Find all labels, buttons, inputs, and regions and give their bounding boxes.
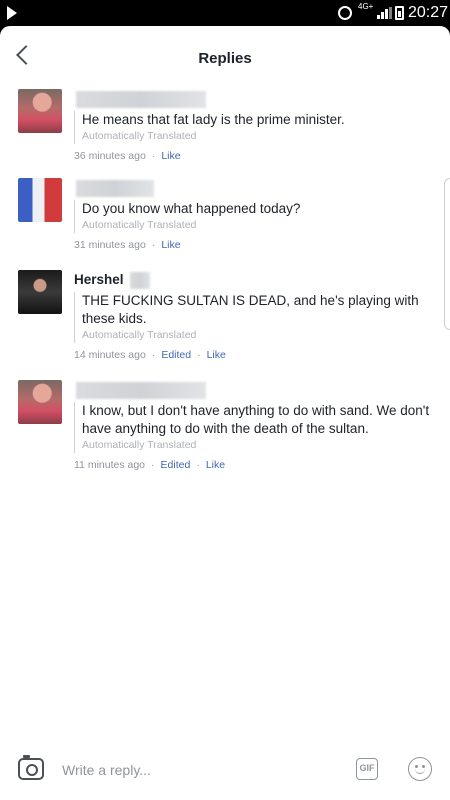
- redacted-name: [76, 180, 154, 197]
- comment-bubble: I know, but I don't have anything to do …: [74, 380, 434, 472]
- comment-bubble: Hershel THE FUCKING SULTAN IS DEAD, and …: [74, 270, 434, 362]
- clock: 20:27: [408, 4, 449, 21]
- avatar[interactable]: [18, 270, 62, 314]
- comment-body: I know, but I don't have anything to do …: [74, 402, 434, 453]
- comment-text: THE FUCKING SULTAN IS DEAD, and he's pla…: [82, 293, 419, 326]
- translation-note[interactable]: Automatically Translated: [82, 438, 434, 453]
- replies-screen: Replies He means that fat lady is the pr…: [0, 26, 450, 800]
- author-name[interactable]: [74, 89, 434, 111]
- comment-body: THE FUCKING SULTAN IS DEAD, and he's pla…: [74, 292, 434, 343]
- signal-icon: [377, 7, 392, 19]
- comment-body: Do you know what happened today? Automat…: [74, 200, 434, 233]
- author-name[interactable]: [74, 380, 434, 402]
- like-button[interactable]: Like: [206, 459, 225, 471]
- redacted-name: [76, 91, 206, 108]
- translation-note[interactable]: Automatically Translated: [82, 129, 434, 144]
- camera-icon[interactable]: [18, 755, 44, 780]
- comment-time: 36 minutes ago: [74, 150, 146, 162]
- play-icon: [7, 6, 17, 20]
- comment-meta: 14 minutes ago · Edited · Like: [74, 349, 226, 361]
- battery-icon: [395, 6, 404, 20]
- translation-note[interactable]: Automatically Translated: [82, 328, 434, 343]
- comment-time: 31 minutes ago: [74, 239, 146, 251]
- edited-label[interactable]: Edited: [161, 459, 191, 471]
- scrollbar[interactable]: [444, 178, 450, 330]
- status-bar: 4G+ 20:27: [0, 0, 450, 26]
- comment-body: He means that fat lady is the prime mini…: [74, 111, 434, 144]
- reply-composer: GIF: [0, 748, 450, 800]
- gif-icon[interactable]: GIF: [356, 758, 378, 780]
- comment-bubble: Do you know what happened today? Automat…: [74, 178, 434, 252]
- comment-meta: 36 minutes ago · Like: [74, 150, 181, 162]
- comment-meta: 11 minutes ago · Edited · Like: [74, 459, 226, 471]
- comment-time: 14 minutes ago: [74, 349, 146, 361]
- comment-text: He means that fat lady is the prime mini…: [82, 112, 345, 127]
- comment-time: 11 minutes ago: [74, 459, 146, 471]
- comment-bubble: He means that fat lady is the prime mini…: [74, 89, 434, 163]
- avatar[interactable]: [18, 89, 62, 133]
- comment-text: I know, but I don't have anything to do …: [82, 403, 430, 436]
- comment-text: Do you know what happened today?: [82, 201, 301, 216]
- header: Replies: [0, 26, 450, 88]
- like-button[interactable]: Like: [161, 150, 180, 162]
- edited-label[interactable]: Edited: [161, 349, 191, 361]
- author-name[interactable]: Hershel: [74, 270, 434, 292]
- author-name[interactable]: [74, 178, 434, 200]
- redacted-name: [130, 272, 150, 289]
- emoji-icon[interactable]: [408, 757, 432, 781]
- comment-meta: 31 minutes ago · Like: [74, 239, 181, 251]
- like-button[interactable]: Like: [161, 239, 180, 251]
- alarm-icon: [338, 6, 352, 20]
- network-type: 4G+: [358, 2, 374, 11]
- avatar[interactable]: [18, 178, 62, 222]
- page-title: Replies: [198, 50, 252, 67]
- redacted-name: [76, 382, 206, 399]
- translation-note[interactable]: Automatically Translated: [82, 218, 434, 233]
- like-button[interactable]: Like: [207, 349, 226, 361]
- avatar[interactable]: [18, 380, 62, 424]
- reply-input[interactable]: [62, 756, 332, 784]
